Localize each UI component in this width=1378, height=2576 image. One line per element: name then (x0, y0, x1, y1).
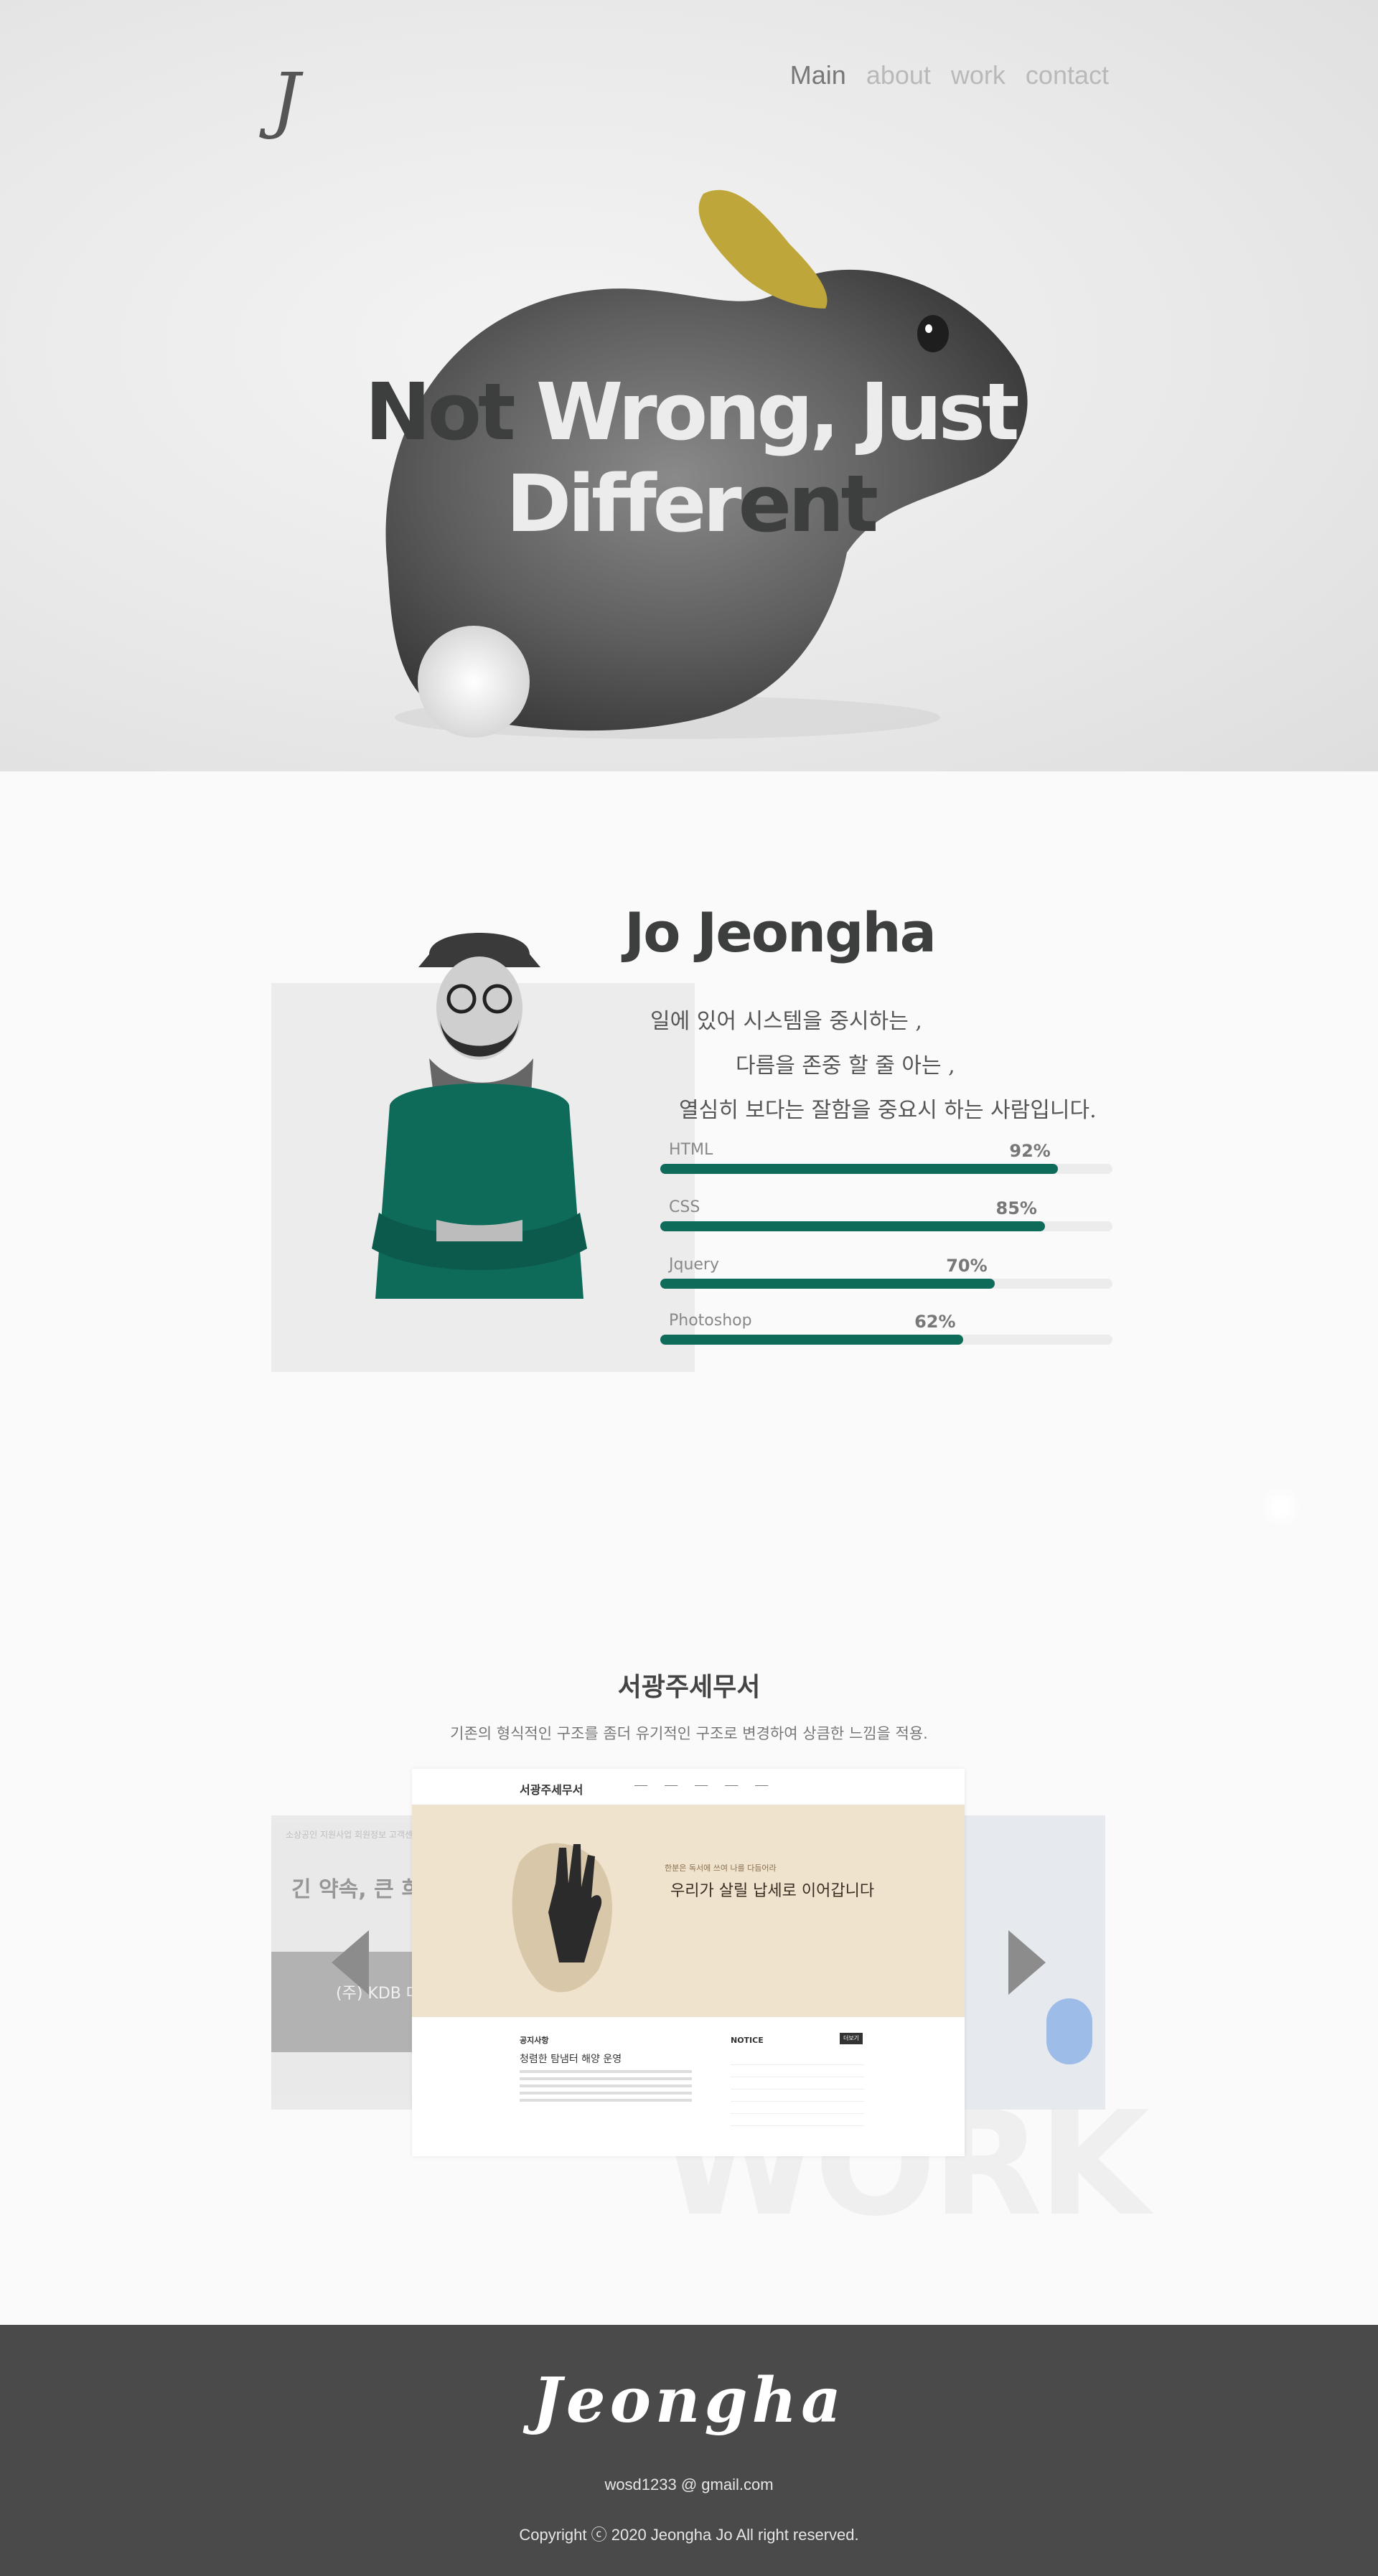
site-header: 서광주세무서 ─── ─── ─── ─── ─── (412, 1769, 965, 1805)
intro-line-1: 일에 있어 시스템을 중시하는 , (650, 1009, 922, 1034)
site-menu: ─── ─── ─── ─── ─── (634, 1782, 769, 1790)
site-banner: 한분은 독서에 쓰여 나를 다듬어라 우리가 살릴 납세로 이어갑니다 (412, 1805, 965, 2017)
skill-percent: 70% (946, 1256, 988, 1276)
skill-track (660, 1221, 1112, 1231)
site-logo[interactable]: J (271, 57, 300, 141)
skill-css: CSS 85% (660, 1198, 1112, 1249)
skill-html: HTML 92% (660, 1141, 1112, 1191)
skill-label: Photoshop (669, 1312, 752, 1330)
skill-track (660, 1164, 1112, 1174)
footer-email[interactable]: wosd1233 @ gmail.com (0, 2476, 1378, 2494)
work-slide-current[interactable]: 서광주세무서 ─── ─── ─── ─── ─── 한분은 독서에 쓰여 나를 다듬어… (412, 1769, 965, 2156)
skill-percent: 62% (914, 1312, 956, 1332)
hero-section: J Main about work contact Not Wrong, Jus… (0, 0, 1378, 771)
skill-track (660, 1279, 1112, 1289)
footer-copyright: Copyright ⓒ 2020 Jeongha Jo All right re… (519, 2526, 859, 2544)
banner-subtitle: 한분은 독서에 쓰여 나를 다듬어라 (665, 1863, 777, 1873)
nav-contact[interactable]: contact (1026, 60, 1109, 90)
skill-percent: 92% (1009, 1141, 1051, 1161)
skill-percent: 85% (995, 1198, 1037, 1218)
skill-photoshop: Photoshop 62% (660, 1312, 1112, 1362)
intro-line-3: 열심히 보다는 잘함을 중요시 하는 사람입니다. (679, 1098, 1097, 1123)
slide-nav: 소상공인 지원사업 회원정보 고객센터 (286, 1830, 421, 1840)
notice-list (731, 2053, 864, 2126)
skill-label: HTML (669, 1141, 713, 1159)
skill-track (660, 1335, 1112, 1345)
floating-round-button[interactable] (1046, 1998, 1092, 2064)
skill-bar-fill (660, 1164, 1059, 1174)
notice-more-button[interactable]: 더보기 (840, 2033, 863, 2044)
nav-work[interactable]: work (951, 60, 1006, 90)
decorative-glow (1260, 1485, 1303, 1528)
skill-jquery: Jquery 70% (660, 1256, 1112, 1306)
about-name: Jo Jeongha (624, 901, 937, 964)
intro-line-2: 다름을 존중 할 줄 아는 , (736, 1053, 955, 1078)
notice-heading: NOTICE (731, 2036, 764, 2045)
main-nav: Main about work contact (790, 60, 1109, 90)
portrait-image (372, 933, 587, 1299)
skill-bar-fill (660, 1335, 964, 1345)
hero-title-part1: Not (365, 366, 536, 458)
news-heading: 공지사항 (520, 2036, 549, 2045)
slider-next-arrow-icon[interactable] (1008, 1930, 1046, 1995)
skill-label: Jquery (669, 1256, 719, 1274)
news-lines (520, 2070, 692, 2106)
news-title: 청렴한 탐냄터 해양 운영 (520, 2054, 622, 2065)
slider-prev-arrow-icon[interactable] (332, 1930, 369, 1995)
hero-title: Not Wrong, Just Different (267, 366, 1114, 550)
footer: Jeongha wosd1233 @ gmail.com Copyright ⓒ… (0, 2325, 1378, 2576)
skill-label: CSS (669, 1198, 700, 1216)
nav-about[interactable]: about (866, 60, 931, 90)
footer-signature: Jeongha (533, 2364, 845, 2437)
work-description: 기존의 형식적인 구조를 좀더 유기적인 구조로 변경하여 상큼한 느낌을 적용… (450, 1725, 928, 1742)
skill-bar-fill (660, 1279, 995, 1289)
nav-main[interactable]: Main (790, 60, 846, 90)
site-logo: 서광주세무서 (520, 1783, 583, 1797)
work-title: 서광주세무서 (617, 1673, 761, 1702)
hand-map-image (512, 1843, 612, 1993)
banner-title: 우리가 살릴 납세로 이어갑니다 (670, 1882, 875, 1900)
skill-bar-fill (660, 1221, 1045, 1231)
hero-title-part3: ent (738, 458, 878, 550)
